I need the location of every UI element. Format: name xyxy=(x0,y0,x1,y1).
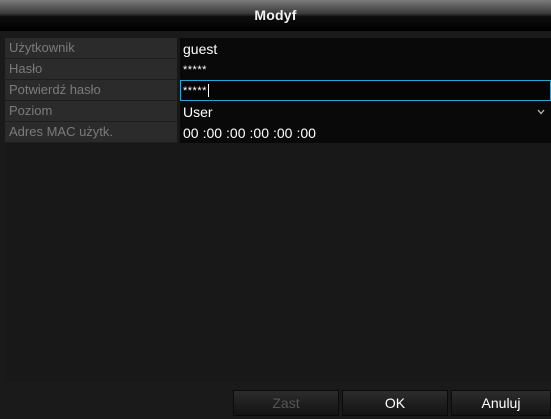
row-level: Poziom User xyxy=(5,101,551,122)
confirm-password-field[interactable]: ***** xyxy=(180,80,551,101)
username-label: Użytkownik xyxy=(5,38,177,59)
mac-address-field[interactable]: 00:00:00:00:00:00 xyxy=(180,122,551,143)
mac-segment[interactable]: :00 xyxy=(250,123,269,143)
mac-label: Adres MAC użytk. xyxy=(5,122,177,143)
mac-segment[interactable]: 00 xyxy=(183,123,199,143)
row-mac: Adres MAC użytk. 00:00:00:00:00:00 xyxy=(5,122,551,143)
password-field[interactable]: ***** xyxy=(180,59,551,80)
apply-button[interactable]: Zast xyxy=(233,390,339,416)
chevron-down-icon xyxy=(536,102,546,122)
mac-segment[interactable]: :00 xyxy=(273,123,292,143)
form-area: Użytkownik guest Hasło ***** Potwierdź h… xyxy=(5,38,551,382)
level-select[interactable]: User xyxy=(180,101,551,122)
password-value: ***** xyxy=(183,64,207,76)
cancel-button[interactable]: Anuluj xyxy=(451,390,551,416)
level-value: User xyxy=(183,104,213,120)
password-label: Hasło xyxy=(5,59,177,80)
row-username: Użytkownik guest xyxy=(5,38,551,59)
level-label: Poziom xyxy=(5,101,177,122)
mac-segment[interactable]: :00 xyxy=(226,123,245,143)
mac-segment[interactable]: :00 xyxy=(296,123,315,143)
confirm-password-value: ***** xyxy=(183,85,207,97)
confirm-password-label: Potwierdź hasło xyxy=(5,80,177,101)
modify-user-dialog: Modyf Użytkownik guest Hasło ***** Potwi… xyxy=(0,0,551,419)
row-confirm-password: Potwierdź hasło ***** xyxy=(5,80,551,101)
dialog-title: Modyf xyxy=(0,0,551,31)
mac-segment[interactable]: :00 xyxy=(203,123,222,143)
username-field[interactable]: guest xyxy=(180,38,551,59)
username-value: guest xyxy=(183,41,218,57)
ok-button[interactable]: OK xyxy=(342,390,448,416)
text-caret xyxy=(207,84,209,97)
row-password: Hasło ***** xyxy=(5,59,551,80)
